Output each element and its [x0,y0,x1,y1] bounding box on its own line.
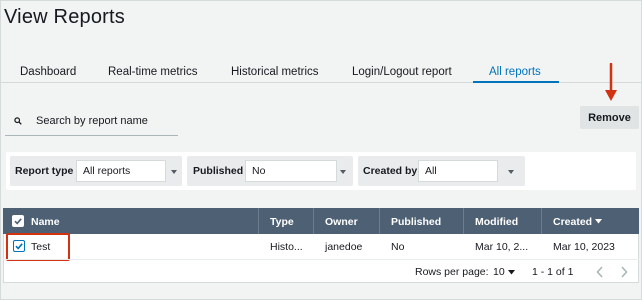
tab-all-reports[interactable]: All reports [489,66,541,78]
filter-label-created-by: Created by [363,165,418,177]
chevron-down-icon[interactable] [171,170,177,174]
report-type-cell: Histo... [270,241,303,253]
tab-real-time-metrics[interactable]: Real-time metrics [108,66,197,78]
column-header-published[interactable]: Published [391,216,441,228]
filter-label-report-type: Report type [15,165,74,177]
column-header-created[interactable]: Created [553,216,592,228]
report-created-cell: Mar 10, 2023 [553,241,615,253]
pagination-range: 1 - 1 of 1 [532,266,574,278]
column-divider [313,208,314,234]
next-page-icon[interactable] [620,266,628,278]
rows-per-page-select[interactable]: 10 [493,266,505,278]
report-owner-cell: janedoe [325,241,363,253]
column-divider [541,208,542,234]
column-header-name[interactable]: Name [31,216,60,228]
annotation-arrow-icon [605,63,617,101]
report-modified-cell: Mar 10, 2... [475,241,529,253]
column-divider [258,208,259,234]
filter-label-published: Published [193,165,244,177]
table-header [3,208,639,234]
row-divider [3,259,639,260]
column-header-owner[interactable]: Owner [325,216,358,228]
sort-descending-icon[interactable] [595,219,602,224]
filter-created-by: Created by All [358,156,525,186]
report-published-cell: No [391,241,405,253]
search-icon [14,117,22,125]
tab-historical-metrics[interactable]: Historical metrics [231,66,319,78]
chevron-down-icon[interactable] [508,270,515,275]
chevron-down-icon[interactable] [340,170,346,174]
checkmark-icon [14,218,22,225]
previous-page-icon[interactable] [596,266,604,278]
tab-dashboard[interactable]: Dashboard [20,66,76,78]
select-all-checkbox[interactable] [12,215,24,227]
filter-report-type: Report type All reports [10,156,182,186]
active-tab-indicator [473,81,559,83]
search-input[interactable] [36,112,176,130]
published-select[interactable]: No [245,160,337,182]
tab-login-logout-report[interactable]: Login/Logout report [352,66,452,78]
chevron-down-icon[interactable] [508,170,514,174]
page-title: View Reports [4,6,125,28]
column-header-type[interactable]: Type [270,216,294,228]
search-box[interactable] [5,106,178,136]
rows-per-page-label: Rows per page: [415,266,489,278]
created-by-select[interactable]: All [418,160,498,182]
column-divider [463,208,464,234]
remove-button[interactable]: Remove [580,106,639,129]
column-header-modified[interactable]: Modified [475,216,518,228]
filter-published: Published No [187,156,353,186]
column-divider [379,208,380,234]
report-type-select[interactable]: All reports [76,160,166,182]
selection-highlight-box [6,233,70,261]
